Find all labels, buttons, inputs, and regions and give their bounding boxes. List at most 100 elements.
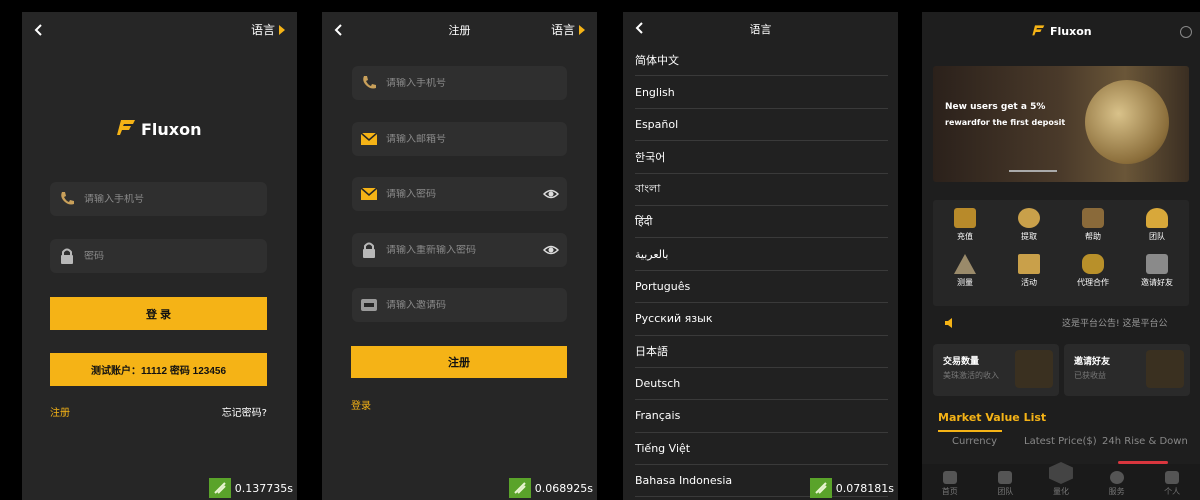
envelope-icon [358,128,380,150]
nav-label: 服务 [1108,487,1125,496]
gift-icon [1018,254,1040,274]
password-field[interactable] [50,239,267,273]
cube-icon [1015,350,1053,388]
test-account-button[interactable]: 测试账户：11112 密码 123456 [50,353,267,386]
nav-team[interactable]: 团队 [983,471,1028,497]
language-item[interactable]: हिंदी [635,206,888,239]
phone-field[interactable] [50,182,267,216]
card-subtitle: 已获收益 [1074,371,1106,380]
language-label: Bahasa Indonesia [635,474,733,488]
leaf-icon [208,478,231,498]
nav-profile[interactable]: 个人 [1150,471,1195,497]
language-switch[interactable]: 语言 [251,21,285,38]
grid-item-team[interactable]: 团队 [1125,208,1189,242]
banner-line2: rewardfor the first deposit [945,118,1066,127]
password-input[interactable] [386,188,536,200]
register-button[interactable]: 注册 [351,346,567,378]
grid-item-help[interactable]: 帮助 [1061,208,1125,242]
triangle-right-icon [279,24,285,35]
speaker-icon [944,314,958,328]
language-label: Tiếng Việt [635,441,691,455]
phone-input[interactable] [84,193,234,205]
language-label: Русский язык [635,312,713,326]
login-screen: 语言 Fluxon 登 录 测试账户：11112 密码 123456 注册 忘记… [22,12,297,500]
language-label: 语言 [550,23,575,37]
bitcoin-coin-icon [1085,80,1169,164]
language-item[interactable]: Español [635,109,888,142]
grid-label: 帮助 [1085,232,1101,241]
repeat-password-field[interactable] [352,233,567,267]
login-button[interactable]: 登 录 [50,297,267,330]
language-item[interactable]: 简体中文 [635,44,888,77]
nav-service[interactable]: 服务 [1094,471,1139,497]
language-item[interactable]: Tiếng Việt [635,433,888,466]
back-arrow-icon[interactable] [32,22,46,36]
trade-volume-card[interactable]: 交易数量 美珠激活的收入 [933,344,1059,396]
team-icon [998,471,1013,484]
grid-label: 代理合作 [1077,278,1109,287]
page-title: 语言 [749,23,772,36]
column-change: 24h Rise & Down [1102,436,1188,447]
login-link[interactable]: 登录 [351,397,371,412]
nav-home[interactable]: 首页 [927,471,972,497]
cube-icon [1146,350,1184,388]
language-label: বাংলা [635,181,661,195]
language-item[interactable]: Português [635,271,888,304]
register-screen: 注册 语言 注 [322,12,597,500]
password-input[interactable] [84,250,234,262]
forgot-password-link[interactable]: 忘记密码? [222,404,267,419]
grid-item-withdraw[interactable]: 提取 [997,208,1061,242]
email-input[interactable] [386,133,536,145]
grid-label: 邀请好友 [1141,278,1173,287]
language-item[interactable]: English [635,76,888,109]
eye-icon[interactable] [542,186,560,202]
upload-icon [1018,208,1040,228]
language-item[interactable]: Русский язык [635,303,888,336]
column-price: Latest Price($) [1024,436,1097,447]
phone-input[interactable] [386,77,536,89]
banner-line1: New users get a 5% [945,102,1046,112]
logo-text: Fluxon [141,119,202,139]
register-link[interactable]: 注册 [50,404,70,419]
language-label: English [635,85,675,99]
grid-item-measure[interactable]: 测量 [933,254,997,288]
password-field[interactable] [352,177,567,211]
timer-value: 0.078181s [835,481,894,495]
grid-item-invite[interactable]: 邀请好友 [1125,254,1189,288]
promo-banner[interactable]: New users get a 5% rewardfor the first d… [933,66,1189,182]
timer-value: 0.137735s [234,481,293,495]
repeat-password-input[interactable] [386,244,536,256]
phone-field[interactable] [352,66,567,100]
language-item[interactable]: 日本語 [635,336,888,368]
nav-quant[interactable]: 量化 [1038,462,1083,497]
logo: Fluxon [117,118,202,140]
email-field[interactable] [352,122,567,156]
lock-icon [56,245,78,267]
language-label: 한국어 [635,150,666,164]
user-icon [1146,208,1168,228]
invite-friends-card[interactable]: 邀请好友 已获收益 [1064,344,1190,396]
phone-icon [358,72,380,94]
grid-item-agent[interactable]: 代理合作 [1061,254,1125,288]
nav-label: 个人 [1164,487,1181,496]
pyramid-icon [954,254,976,274]
language-item[interactable]: 한국어 [635,141,888,174]
globe-icon[interactable] [1180,26,1192,38]
language-item[interactable]: بالعربية [635,238,888,271]
language-label: Deutsch [635,377,681,391]
logo: Fluxon [1032,24,1092,39]
language-switch[interactable]: 语言 [551,21,585,38]
grid-item-activity[interactable]: 活动 [997,254,1061,288]
invite-code-input[interactable] [386,299,536,311]
language-label: Français [635,409,681,423]
home-icon [942,471,957,484]
eye-icon[interactable] [542,242,560,258]
ticket-icon [358,294,380,316]
language-item[interactable]: Deutsch [635,368,888,401]
leaf-icon [508,478,531,498]
invite-code-field[interactable] [352,288,567,322]
language-item[interactable]: বাংলা [635,174,888,206]
language-item[interactable]: Français [635,400,888,433]
column-currency: Currency [952,436,998,447]
grid-item-recharge[interactable]: 充值 [933,208,997,242]
